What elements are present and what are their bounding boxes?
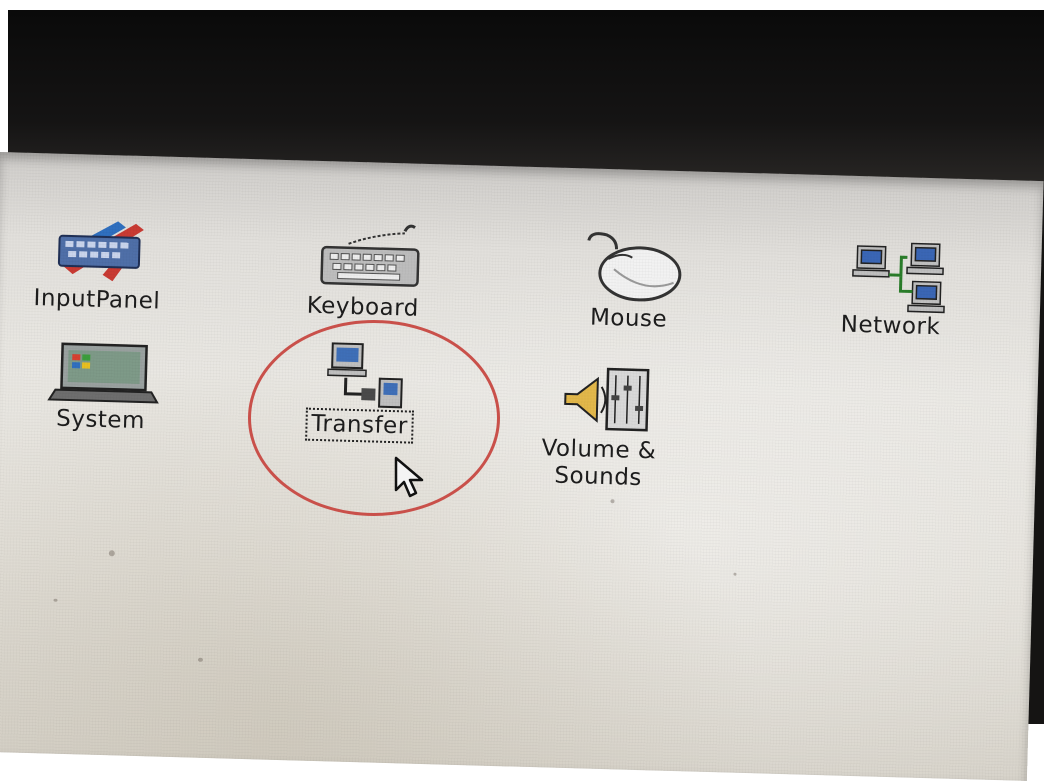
dust-speck bbox=[610, 499, 615, 504]
dust-speck bbox=[733, 572, 737, 576]
volume-sounds-item[interactable]: Volume & Sounds bbox=[503, 362, 696, 493]
keyboard-icon bbox=[320, 224, 420, 287]
dust-speck bbox=[108, 550, 115, 557]
inputpanel-label: InputPanel bbox=[33, 285, 161, 315]
transfer-icon bbox=[327, 342, 403, 409]
arrow-cursor-icon bbox=[392, 456, 432, 504]
volume-sounds-label-line2: Sounds bbox=[554, 462, 643, 492]
keyboard-item[interactable]: Keyboard bbox=[267, 220, 460, 324]
dust-speck bbox=[53, 598, 58, 602]
control-panel-window: InputPanel Keyboard Mouse Network System… bbox=[0, 152, 1044, 781]
network-label: Network bbox=[840, 311, 941, 341]
inputpanel-item[interactable]: InputPanel bbox=[0, 212, 204, 317]
dust-speck bbox=[197, 657, 203, 662]
mouse-label: Mouse bbox=[589, 304, 668, 333]
volume-sounds-icon bbox=[564, 367, 650, 432]
system-item[interactable]: System bbox=[20, 335, 183, 436]
input-panel-icon bbox=[57, 221, 144, 282]
system-icon bbox=[47, 342, 159, 404]
transfer-label: Transfer bbox=[304, 407, 415, 444]
network-icon bbox=[852, 242, 945, 314]
transfer-item[interactable]: Transfer bbox=[274, 336, 447, 444]
keyboard-label: Keyboard bbox=[306, 292, 420, 322]
system-label: System bbox=[55, 405, 146, 435]
mouse-icon bbox=[587, 232, 682, 302]
mouse-item[interactable]: Mouse bbox=[543, 227, 716, 335]
network-item[interactable]: Network bbox=[795, 234, 988, 342]
